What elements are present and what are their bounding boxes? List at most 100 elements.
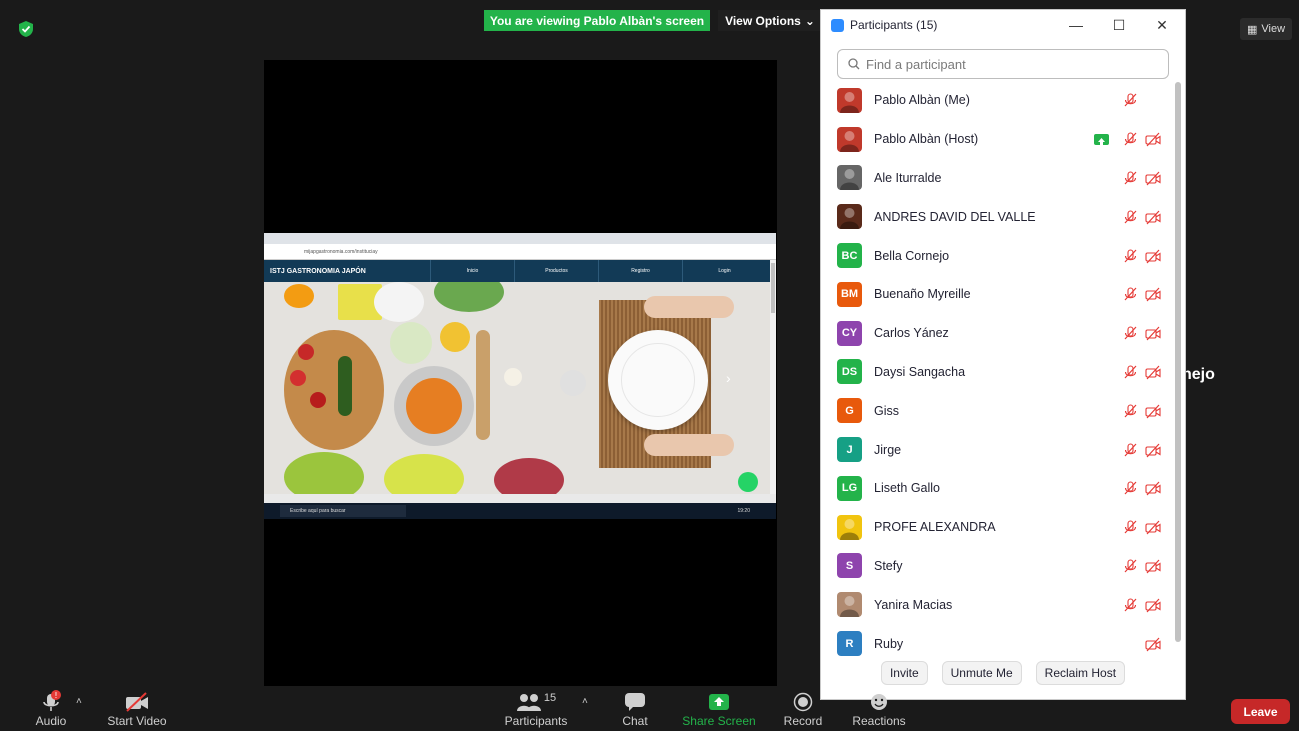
avatar: BM [837,281,862,307]
participants-button[interactable]: 15 Participants [500,690,572,728]
website-nav-link: Inicio [430,260,514,282]
participant-row[interactable]: BC Bella Cornejo [821,236,1175,275]
participant-row[interactable]: PROFE ALEXANDRA [821,508,1175,547]
search-placeholder: Find a participant [866,56,966,72]
participant-status-icons [1115,480,1161,496]
participant-status-icons [1115,248,1161,264]
start-video-label: Start Video [107,714,167,728]
participant-list-scrollbar[interactable] [1175,82,1181,642]
participant-name: Ruby [874,636,904,651]
participant-row[interactable]: CY Carlos Yánez [821,314,1175,353]
panel-title-text: Participants (15) [850,18,938,32]
chat-button[interactable]: Chat [614,690,656,728]
muted-microphone-icon [1122,248,1138,264]
muted-microphone-icon [1122,364,1138,380]
record-icon [793,692,813,712]
participant-row[interactable]: G Giss [821,391,1175,430]
zoom-logo-icon [831,18,844,32]
reactions-button[interactable]: Reactions [850,690,908,728]
participant-status-icons [1115,170,1161,186]
participant-name: Giss [874,403,899,418]
participant-status-icons [1115,325,1161,341]
participant-row[interactable]: Ale Iturralde [821,159,1175,198]
avatar: BC [837,243,862,269]
active-speaker-name: nejo [1182,366,1215,383]
participant-status-icons [1138,636,1161,652]
participant-name: Ale Iturralde [874,170,942,185]
minimize-icon[interactable]: — [1066,16,1086,34]
plate-rim [621,343,695,417]
website-brand: ISTJ GASTRONOMIA JAPÓN [270,267,366,275]
browser-tabs [264,233,776,244]
participant-row[interactable]: Yanira Macias [821,585,1175,624]
share-screen-button[interactable]: Share Screen [682,690,756,728]
participant-row[interactable]: ANDRES DAVID DEL VALLE [821,197,1175,236]
participant-name: Stefy [874,558,903,573]
glass [560,370,586,396]
avatar: G [837,398,862,424]
smiley-icon [871,694,887,710]
maximize-icon[interactable]: ☐ [1109,16,1129,34]
avatar [837,126,862,152]
taskbar-clock: 19:20 [737,508,750,514]
participants-options-caret-icon[interactable]: ˄ [582,696,588,707]
video-off-icon [1145,597,1161,613]
grid-icon: ▦ [1246,23,1258,36]
chevron-right-icon: › [726,370,731,386]
avatar [837,87,862,113]
invite-button[interactable]: Invite [880,661,928,685]
view-button[interactable]: ▦ View [1240,18,1292,40]
close-icon[interactable]: ✕ [1152,16,1172,34]
participants-label: Participants [504,714,568,728]
participant-row[interactable]: J Jirge [821,430,1175,469]
participant-name: Carlos Yánez [874,326,949,341]
view-options-button[interactable]: View Options ⌄ [718,10,822,31]
chat-icon [625,693,645,711]
participant-count: 15 [543,692,557,704]
taskbar-search: Escribe aquí para buscar [280,505,406,517]
muted-microphone-icon [1122,209,1138,225]
website-navbar: ISTJ GASTRONOMIA JAPÓN Inicio Productos … [264,260,770,282]
video-off-icon [1145,286,1161,302]
avatar [837,165,862,191]
start-video-button[interactable]: Start Video [104,690,170,728]
participant-row[interactable]: S Stefy [821,547,1175,586]
tomato [290,370,306,386]
unmute-me-button[interactable]: Unmute Me [941,661,1022,685]
participant-row[interactable]: DS Daysi Sangacha [821,353,1175,392]
participant-row[interactable]: Pablo Albàn (Me) [821,81,1175,120]
shared-screen-area: mijapgastronomia.com/instituciay ISTJ GA… [264,60,777,686]
audio-options-caret-icon[interactable]: ˄ [76,696,82,707]
participant-row[interactable]: BM Buenaño Myreille [821,275,1175,314]
empty-slot [1145,92,1161,108]
muted-microphone-icon [1122,286,1138,302]
reclaim-host-button[interactable]: Reclaim Host [1035,661,1126,685]
chat-label: Chat [622,714,648,728]
record-button[interactable]: Record [780,690,826,728]
muted-microphone-icon [1122,131,1138,147]
reactions-label: Reactions [852,714,906,728]
participant-status-icons [1115,442,1161,458]
participant-name: PROFE ALEXANDRA [874,520,996,535]
website-nav-link: Login [682,260,766,282]
audio-button[interactable]: ! Audio [30,690,72,728]
leave-button[interactable]: Leave [1231,699,1290,724]
participant-name: Daysi Sangacha [874,364,966,379]
panel-title: Participants (15) [831,15,937,35]
oil-bowl [440,322,470,352]
participant-row[interactable]: R Ruby [821,624,1175,659]
participant-status-icons [1094,131,1161,147]
panel-footer: Invite Unmute Me Reclaim Host [821,661,1185,685]
avatar: S [837,553,862,579]
muted-microphone-icon [1122,325,1138,341]
cucumber-bowl [390,322,432,364]
find-participant-input[interactable]: Find a participant [837,49,1169,79]
view-options-label: View Options [725,13,801,28]
shield-icon[interactable] [18,20,34,38]
avatar: LG [837,475,862,501]
video-off-icon [1145,636,1161,652]
shared-screen-content: mijapgastronomia.com/instituciay ISTJ GA… [264,233,776,519]
participant-row[interactable]: LG Liseth Gallo [821,469,1175,508]
participant-row[interactable]: Pablo Albàn (Host) [821,120,1175,159]
video-off-icon [1145,248,1161,264]
